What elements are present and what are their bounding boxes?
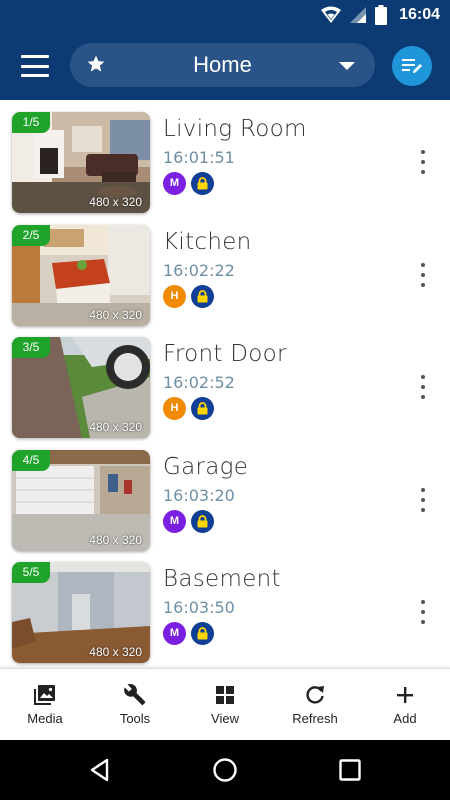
group-selector-label: Home (193, 52, 252, 77)
lock-icon (191, 284, 214, 308)
camera-thumbnail[interactable]: 4/5 480 x 320 (12, 449, 150, 551)
camera-timestamp: 16:02:22 (163, 260, 235, 280)
app-bar: Home (0, 32, 450, 100)
grid-icon (216, 686, 234, 704)
camera-thumbnail[interactable]: 3/5 480 x 320 (12, 337, 150, 438)
lock-icon (191, 172, 214, 195)
hamburger-menu-icon[interactable] (17, 52, 53, 80)
camera-status-chips: M (163, 622, 214, 645)
lock-icon (191, 397, 214, 420)
camera-index-badge: 3/5 (12, 337, 50, 358)
camera-thumbnail[interactable]: 1/5 480 x 320 (12, 112, 150, 213)
edit-list-button[interactable] (392, 46, 432, 86)
camera-name: Kitchen (163, 228, 252, 255)
recents-square-icon[interactable] (336, 756, 364, 784)
camera-row-garage[interactable]: 4/5 480 x 320 Garage 16:03:20 M (0, 438, 450, 551)
app-screen: 16:04 Home 1/5 480 x 320 Living Room 16:… (0, 0, 450, 800)
camera-status-chips: H (163, 397, 214, 420)
status-icons: 16:04 (321, 5, 440, 25)
back-triangle-icon[interactable] (86, 756, 114, 784)
edit-list-icon (402, 59, 422, 73)
mode-chip: M (163, 509, 186, 533)
bottom-navigation: Media Tools View Refresh Add (0, 668, 450, 740)
group-selector[interactable]: Home (70, 43, 375, 87)
nav-tools-label: Tools (119, 711, 151, 726)
more-vertical-icon[interactable] (414, 262, 432, 287)
more-vertical-icon[interactable] (414, 375, 432, 399)
media-icon (34, 685, 55, 705)
mode-chip: H (163, 397, 186, 420)
cell-signal-icon (350, 7, 367, 23)
camera-timestamp: 16:03:20 (163, 485, 235, 505)
camera-resolution: 480 x 320 (89, 195, 142, 209)
camera-status-chips: M (163, 172, 214, 195)
camera-name: Garage (163, 453, 249, 480)
nav-media[interactable]: Media (0, 669, 90, 741)
caret-down-icon (339, 62, 355, 70)
system-navigation-bar (0, 740, 450, 800)
camera-resolution: 480 x 320 (89, 307, 142, 322)
camera-list: 1/5 480 x 320 Living Room 16:01:51 M 2/5… (0, 100, 450, 668)
nav-tools[interactable]: Tools (90, 669, 180, 741)
more-vertical-icon[interactable] (414, 487, 432, 512)
nav-add-label: Add (393, 711, 417, 726)
camera-index-badge: 2/5 (12, 224, 50, 246)
wrench-icon (124, 683, 146, 706)
status-bar: 16:04 (0, 0, 450, 32)
home-circle-icon[interactable] (211, 756, 239, 784)
camera-row-living-room[interactable]: 1/5 480 x 320 Living Room 16:01:51 M (0, 100, 450, 213)
mode-chip: H (163, 284, 186, 308)
camera-index-badge: 5/5 (12, 562, 50, 583)
nav-refresh-label: Refresh (292, 711, 338, 726)
status-time: 16:04 (399, 6, 440, 23)
nav-refresh[interactable]: Refresh (270, 669, 360, 741)
mode-chip: M (163, 172, 186, 195)
camera-status-chips: H (163, 284, 214, 308)
camera-index-badge: 1/5 (12, 112, 50, 133)
camera-row-front-door[interactable]: 3/5 480 x 320 Front Door 16:02:52 H (0, 325, 450, 438)
lock-icon (191, 622, 214, 645)
camera-name: Basement (163, 566, 281, 592)
camera-thumbnail[interactable]: 2/5 480 x 320 (12, 224, 150, 326)
nav-add[interactable]: Add (360, 669, 450, 741)
wifi-icon (321, 6, 342, 23)
more-vertical-icon[interactable] (414, 150, 432, 174)
camera-thumbnail[interactable]: 5/5 480 x 320 (12, 562, 150, 663)
camera-index-badge: 4/5 (12, 449, 50, 471)
camera-timestamp: 16:02:52 (163, 373, 235, 392)
lock-icon (191, 509, 214, 533)
camera-resolution: 480 x 320 (89, 532, 142, 547)
camera-status-chips: M (163, 509, 214, 533)
camera-name: Living Room (163, 116, 307, 142)
camera-resolution: 480 x 320 (89, 645, 142, 659)
camera-name: Front Door (163, 341, 287, 367)
camera-row-kitchen[interactable]: 2/5 480 x 320 Kitchen 16:02:22 H (0, 213, 450, 326)
more-vertical-icon[interactable] (414, 600, 432, 624)
camera-timestamp: 16:03:50 (163, 598, 235, 617)
camera-row-basement[interactable]: 5/5 480 x 320 Basement 16:03:50 M (0, 550, 450, 663)
camera-resolution: 480 x 320 (89, 420, 142, 434)
battery-icon (375, 5, 388, 25)
nav-media-label: Media (27, 711, 63, 726)
plus-icon (397, 687, 413, 703)
nav-view-label: View (211, 711, 239, 726)
camera-timestamp: 16:01:51 (163, 148, 235, 167)
refresh-icon (306, 686, 324, 704)
mode-chip: M (163, 622, 186, 645)
nav-view[interactable]: View (180, 669, 270, 741)
